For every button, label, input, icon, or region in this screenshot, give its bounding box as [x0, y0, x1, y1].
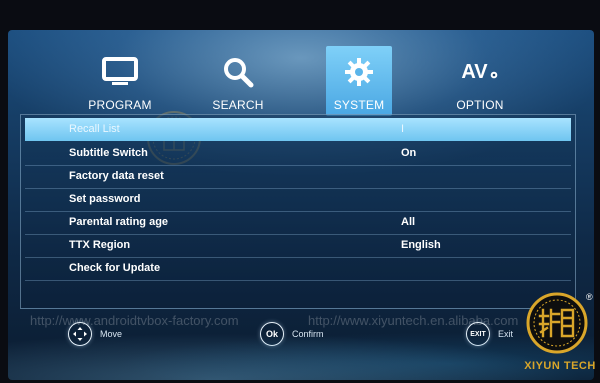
brand-seal-icon [526, 292, 588, 354]
menu-row-recall-list[interactable]: Recall List I [25, 118, 571, 141]
menu-row-subtitle-switch[interactable]: Subtitle Switch On [25, 142, 571, 166]
tab-label: OPTION [456, 98, 504, 112]
menu-row-label: Parental rating age [69, 216, 169, 228]
menu-row-label: Subtitle Switch [69, 147, 148, 159]
tab-option[interactable]: AV OPTION [446, 46, 514, 114]
menu-row-label: Set password [69, 193, 141, 205]
menu-row-value: English [401, 239, 441, 251]
hint-label: Confirm [292, 329, 324, 339]
tab-label: SYSTEM [333, 98, 385, 112]
exit-icon: EXIT [466, 322, 490, 346]
menu-row-factory-reset[interactable]: Factory data reset [25, 165, 571, 189]
menu-row-label: TTX Region [69, 239, 131, 251]
menu-row-value: I [401, 123, 405, 135]
menu-row-value: All [401, 216, 416, 228]
registered-mark: ® [586, 292, 593, 302]
top-tab-bar: PROGRAM SEARCH SYSTEM AV OPTION [8, 30, 594, 116]
menu-row-label: Factory data reset [69, 170, 164, 182]
hint-label: Exit [498, 329, 514, 339]
menu-row-label: Check for Update [69, 262, 161, 274]
tv-screen: PROGRAM SEARCH SYSTEM AV OPTION Recall L… [8, 30, 594, 380]
brand-logo: ® XIYUN TECH [520, 292, 596, 382]
system-menu-panel: Recall List I Subtitle Switch On Factory… [20, 114, 576, 309]
tab-label: SEARCH [212, 98, 264, 112]
dpad-icon [68, 322, 92, 346]
menu-row-check-update[interactable]: Check for Update [25, 257, 571, 281]
menu-row-label: Recall List [69, 123, 120, 135]
hint-exit: EXIT Exit [466, 322, 513, 346]
hint-label: Move [100, 329, 123, 339]
tab-program[interactable]: PROGRAM [86, 46, 154, 114]
hint-move: Move [68, 322, 122, 346]
av-icon-text: AV [461, 60, 488, 83]
monitor-icon [102, 52, 138, 92]
tab-search[interactable]: SEARCH [204, 46, 272, 114]
menu-row-value: On [401, 147, 417, 159]
brand-name: XIYUN TECH [524, 360, 596, 372]
tab-label: PROGRAM [88, 98, 152, 112]
av-settings-icon: AV [461, 52, 498, 92]
menu-row-parental-rating[interactable]: Parental rating age All [25, 211, 571, 235]
menu-row-ttx-region[interactable]: TTX Region English [25, 234, 571, 258]
tab-system[interactable]: SYSTEM [326, 46, 392, 116]
hint-confirm: Ok Confirm [260, 322, 324, 346]
ok-icon: Ok [260, 322, 284, 346]
search-icon [222, 52, 254, 92]
footer-hints: Move Ok Confirm EXIT Exit [8, 322, 594, 372]
gear-icon [344, 52, 374, 92]
menu-row-set-password[interactable]: Set password [25, 188, 571, 212]
